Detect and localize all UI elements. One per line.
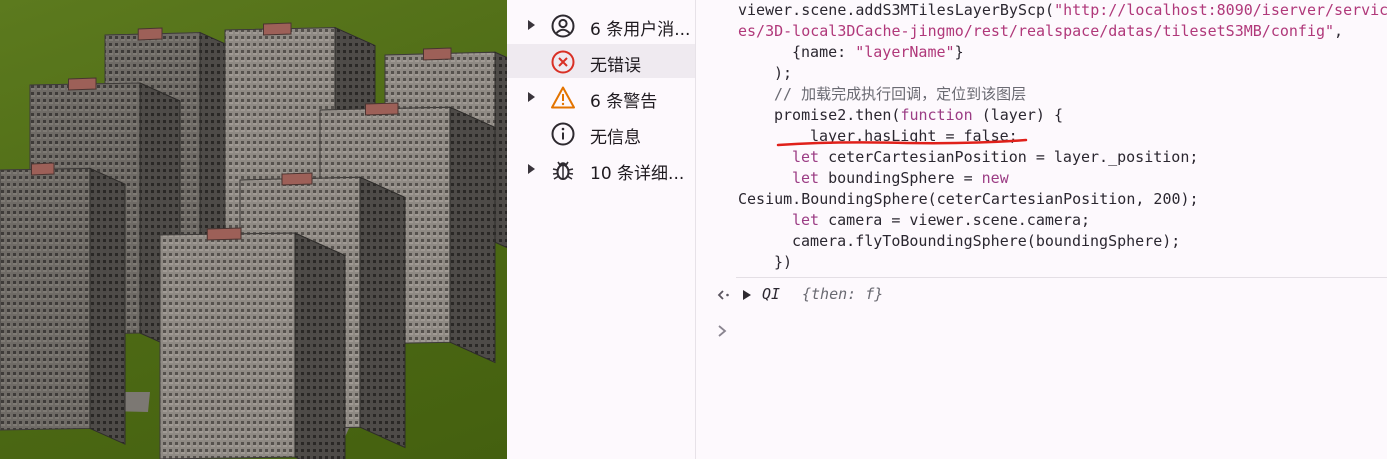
code-line-13: }) <box>774 253 793 271</box>
city-buildings-render <box>0 22 507 459</box>
sidebar-item-errors[interactable]: 无错误 <box>507 44 695 78</box>
code-comment-line: // 加载完成执行回调，定位到该图层 <box>774 85 1027 103</box>
error-circle-icon <box>551 50 575 74</box>
expand-arrow-icon[interactable] <box>525 162 537 176</box>
sidebar-item-label: 无错误 <box>590 56 641 76</box>
code-line-11: let camera = viewer.scene.camera; <box>792 211 1091 229</box>
code-line-1: viewer.scene.addS3MTilesLayerByScp("http… <box>738 1 1387 19</box>
result-object-preview: {then: f} <box>802 285 884 303</box>
sidebar-item-label: 10 条详细... <box>590 164 685 184</box>
expand-arrow-icon[interactable] <box>525 18 537 32</box>
code-line-12: camera.flyToBoundingSphere(boundingSpher… <box>792 232 1181 250</box>
return-value-row[interactable]: QI {then: f} <box>712 284 1312 306</box>
code-line-9: let boundingSphere = new <box>792 169 1009 187</box>
code-line-10: Cesium.BoundingSphere(ceterCartesianPosi… <box>738 190 1199 208</box>
code-line-6: promise2.then(function (layer) { <box>774 106 1063 124</box>
3d-scene-viewport[interactable] <box>0 0 507 459</box>
sidebar-item-label: 6 条警告 <box>590 92 658 112</box>
prompt-chevron-icon <box>718 325 727 337</box>
result-object-name: QI <box>762 285 781 303</box>
expand-arrow-icon[interactable] <box>525 90 537 104</box>
sidebar-item-warnings[interactable]: 6 条警告 <box>507 80 695 114</box>
code-line-4: ); <box>774 64 793 82</box>
sidebar-item-verbose[interactable]: 10 条详细... <box>507 152 695 186</box>
info-circle-icon <box>551 122 575 146</box>
code-line-8: let ceterCartesianPosition = layer._posi… <box>792 148 1199 166</box>
expand-arrow-icon[interactable] <box>742 289 752 301</box>
sidebar-item-info[interactable]: 无信息 <box>507 116 695 150</box>
console-sidebar: 6 条用户消... 无错误 6 条警告 无信息 10 条详细... <box>507 0 696 459</box>
sidebar-item-label: 无信息 <box>590 128 641 148</box>
user-circle-icon <box>551 14 575 38</box>
bug-icon <box>552 161 574 180</box>
divider <box>736 277 1387 278</box>
return-arrow-icon <box>717 290 729 300</box>
sidebar-item-label: 6 条用户消... <box>590 20 691 40</box>
warning-triangle-icon <box>551 86 575 109</box>
console-output-panel: viewer.scene.addS3MTilesLayerByScp("http… <box>696 0 1387 459</box>
console-prompt[interactable] <box>712 320 1312 342</box>
code-line-3: {name: "layerName"} <box>792 43 964 61</box>
code-line-2: es/3D-local3DCache-jingmo/rest/realspace… <box>738 22 1344 40</box>
sidebar-item-user-messages[interactable]: 6 条用户消... <box>507 8 695 42</box>
